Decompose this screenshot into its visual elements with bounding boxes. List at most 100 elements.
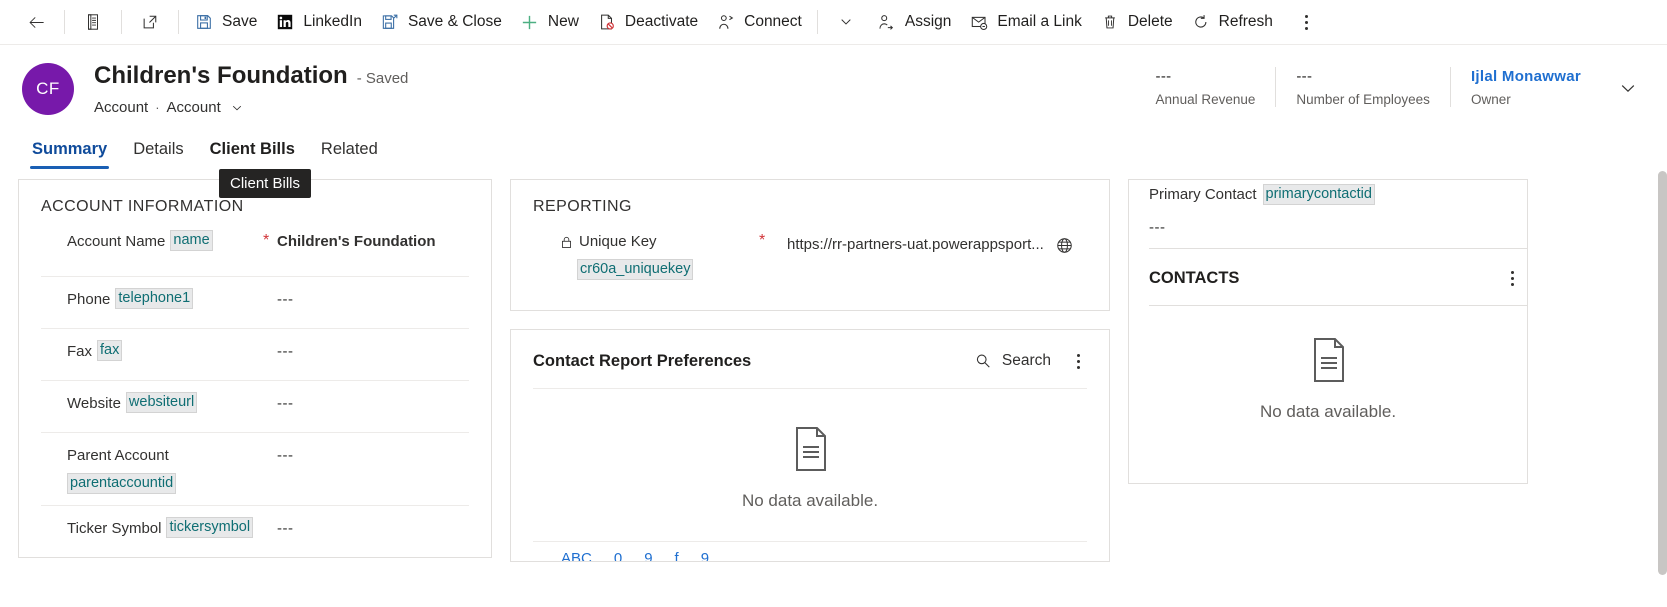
number-of-employees-label: Number of Employees <box>1296 92 1430 107</box>
save-and-close-button[interactable]: Save & Close <box>371 2 511 42</box>
chevron-down-icon[interactable] <box>230 101 244 115</box>
parent-account-schema-badge: parentaccountid <box>67 473 177 494</box>
toolbar-separator <box>178 10 179 34</box>
new-button[interactable]: New <box>511 2 588 42</box>
field-row-phone: Phone telephone1 --- <box>41 276 469 328</box>
save-state-label: - Saved <box>356 70 409 87</box>
save-label: Save <box>222 13 258 30</box>
refresh-icon <box>1191 12 1211 32</box>
avatar-initials: CF <box>36 79 60 98</box>
open-in-new-window-button[interactable] <box>128 2 172 42</box>
breadcrumb-separator: · <box>155 100 160 115</box>
linkedin-icon <box>275 12 295 32</box>
website-value[interactable]: --- <box>277 392 469 416</box>
ticker-symbol-value[interactable]: --- <box>277 517 469 541</box>
refresh-label: Refresh <box>1218 13 1273 30</box>
subgrid-more-button[interactable] <box>1063 346 1093 376</box>
plus-icon <box>520 12 540 32</box>
alpha-index-bar: ABC 0 9 f 9 <box>533 541 1087 561</box>
unique-key-value[interactable]: https://rr-partners-uat.powerappsport... <box>787 233 1044 257</box>
parent-account-value[interactable]: --- <box>277 444 469 468</box>
save-and-close-label: Save & Close <box>407 13 502 30</box>
subgrid-header: Contact Report Preferences Search <box>511 330 1109 388</box>
header-stats: --- Annual Revenue --- Number of Employe… <box>1136 59 1645 107</box>
ticker-symbol-label-group: Ticker Symbol tickersymbol <box>67 517 263 541</box>
field-row-account-name: Account Name name * Children's Foundatio… <box>41 224 469 276</box>
linkedin-button[interactable]: LinkedIn <box>266 2 371 42</box>
email-link-icon <box>969 12 989 32</box>
record-name: Children's Foundation <box>94 62 348 89</box>
tab-related[interactable]: Related <box>311 140 388 169</box>
website-label-group: Website websiteurl <box>67 392 263 416</box>
subgrid-empty-text: No data available. <box>741 491 879 510</box>
account-name-value[interactable]: Children's Foundation <box>277 230 469 254</box>
unique-key-value-group: https://rr-partners-uat.powerappsport... <box>787 230 1087 260</box>
subgrid-search-button[interactable]: Search <box>966 348 1059 374</box>
scrollbar-thumb[interactable] <box>1658 171 1667 575</box>
tab-details[interactable]: Details <box>123 140 193 169</box>
refresh-button[interactable]: Refresh <box>1182 2 1282 42</box>
contacts-more-button[interactable] <box>1497 263 1527 293</box>
unique-key-label: Unique Key <box>579 233 657 250</box>
connect-dropdown-button[interactable] <box>824 2 868 42</box>
phone-value[interactable]: --- <box>277 288 469 312</box>
page-title: Children's Foundation - Saved <box>94 61 408 94</box>
subgrid-search-label: Search <box>1001 352 1051 369</box>
account-name-schema-badge: name <box>170 230 213 251</box>
email-a-link-button[interactable]: Email a Link <box>960 2 1090 42</box>
assign-user-icon <box>877 12 897 32</box>
more-commands-button[interactable] <box>1290 5 1324 39</box>
delete-button[interactable]: Delete <box>1091 2 1182 42</box>
connect-label: Connect <box>744 13 802 30</box>
phone-schema-badge: telephone1 <box>115 288 194 309</box>
owner-value[interactable]: Ijlal Monawwar <box>1471 67 1581 87</box>
unique-key-label-with-lock: Unique Key <box>559 230 657 254</box>
form-selector-label[interactable]: Account <box>167 99 221 116</box>
delete-label: Delete <box>1127 13 1173 30</box>
alpha-index-item[interactable]: ABC <box>561 550 592 561</box>
contacts-empty-state: No data available. <box>1129 306 1527 452</box>
vertical-scrollbar[interactable] <box>1658 171 1667 575</box>
website-schema-badge: websiteurl <box>125 392 198 413</box>
reporting-title: REPORTING <box>533 198 632 215</box>
deactivate-button[interactable]: Deactivate <box>588 2 707 42</box>
save-button[interactable]: Save <box>185 2 266 42</box>
alpha-index-item[interactable]: f <box>675 550 679 561</box>
primary-contact-value[interactable]: --- <box>1129 205 1527 248</box>
tab-summary[interactable]: Summary <box>22 140 117 169</box>
form-selector-button[interactable] <box>71 2 115 42</box>
fax-label-group: Fax fax <box>67 340 263 364</box>
email-a-link-label: Email a Link <box>997 13 1082 30</box>
required-indicator: * <box>759 232 766 249</box>
owner-label: Owner <box>1470 92 1511 107</box>
alpha-index-item[interactable]: 0 <box>614 550 622 561</box>
tab-details-label: Details <box>133 140 184 158</box>
open-link-button[interactable] <box>1050 230 1080 260</box>
primary-contact-schema-badge: primarycontactid <box>1262 184 1375 205</box>
tab-client-bills[interactable]: Client Bills <box>200 140 305 169</box>
fax-value[interactable]: --- <box>277 340 469 364</box>
connect-button[interactable]: Connect <box>707 2 811 42</box>
vertical-ellipsis-icon <box>1510 270 1514 286</box>
deactivate-icon <box>597 12 617 32</box>
contacts-empty-text: No data available. <box>1259 402 1397 421</box>
primary-contact-label: Primary Contact <box>1149 186 1257 203</box>
assign-button[interactable]: Assign <box>868 2 961 42</box>
alpha-index-item[interactable]: 9 <box>701 550 709 561</box>
contacts-actions <box>1497 263 1527 293</box>
new-label: New <box>547 13 579 30</box>
alpha-index-item[interactable]: 9 <box>644 550 652 561</box>
avatar: CF <box>22 63 74 115</box>
column-account-information: ACCOUNT INFORMATION Account Name name * … <box>18 179 492 607</box>
toolbar-separator <box>64 10 65 34</box>
expand-header-button[interactable] <box>1611 71 1645 105</box>
annual-revenue-label: Annual Revenue <box>1155 92 1256 107</box>
breadcrumb: Account · Account <box>94 99 408 116</box>
deactivate-label: Deactivate <box>624 13 699 30</box>
chevron-down-icon <box>836 12 856 32</box>
fax-label: Fax <box>67 343 93 360</box>
document-icon <box>784 423 836 475</box>
subgrid-title: Contact Report Preferences <box>533 351 752 370</box>
back-button[interactable] <box>14 2 58 42</box>
breadcrumb-entity: Account <box>94 99 149 116</box>
